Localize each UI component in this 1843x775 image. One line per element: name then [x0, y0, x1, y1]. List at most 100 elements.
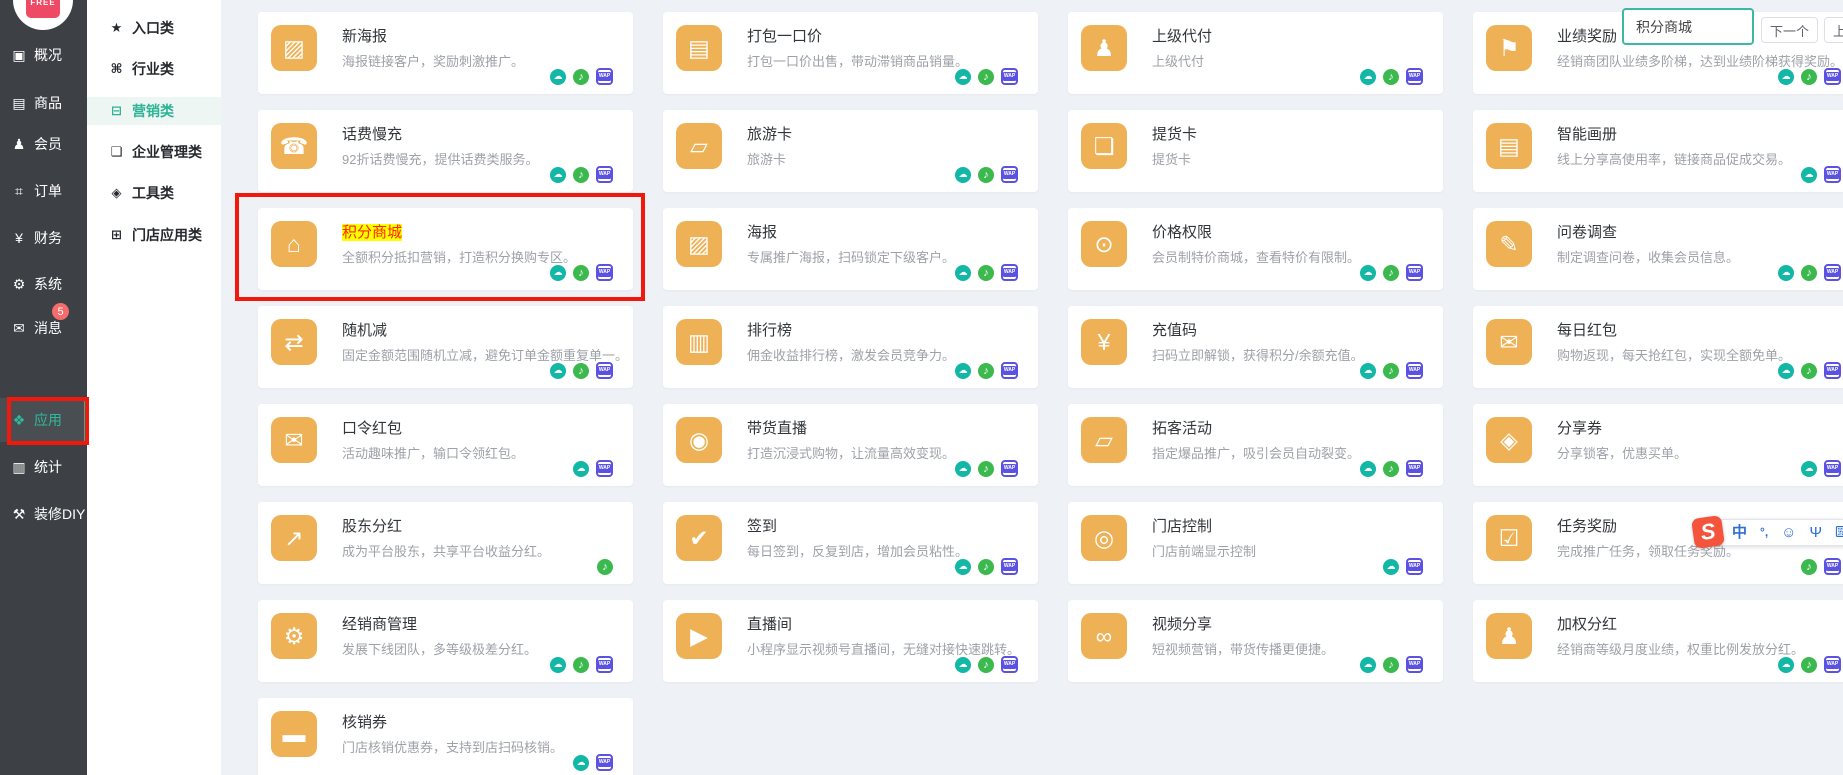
- miniprogram-icon: ☁: [1778, 69, 1794, 85]
- app-card-icon: ¥: [1081, 319, 1127, 365]
- app-card[interactable]: ▤智能画册线上分享高使用率，链接商品促成交易。☁WAP: [1473, 110, 1843, 192]
- h5-icon: ♪: [978, 265, 994, 281]
- sidebar-item-5[interactable]: ¥财务: [0, 216, 87, 260]
- miniprogram-icon: ☁: [1383, 559, 1399, 575]
- app-card[interactable]: ▤打包一口价打包一口价出售，带动滞销商品销量。☁♪WAP: [663, 12, 1038, 94]
- miniprogram-icon: ☁: [1778, 363, 1794, 379]
- app-card[interactable]: ⊙价格权限会员制特价商城，查看特价有限制。☁♪WAP: [1068, 208, 1443, 290]
- sidebar-item-10[interactable]: ⚒装修DIY: [0, 492, 87, 536]
- wap-icon: WAP: [1824, 460, 1841, 477]
- wap-icon: WAP: [1824, 558, 1841, 575]
- ime-language-toggle[interactable]: 中: [1732, 525, 1747, 540]
- app-card[interactable]: ↗股东分红成为平台股东，共享平台收益分红。♪: [258, 502, 633, 584]
- find-previous-button[interactable]: 上一个: [1824, 17, 1843, 43]
- platform-icons: ♪: [597, 559, 613, 575]
- category-item-5[interactable]: ◈工具类: [87, 179, 221, 207]
- app-card[interactable]: ◉带货直播打造沉浸式购物，让流量高效变现。☁♪WAP: [663, 404, 1038, 486]
- platform-icons: ☁♪WAP: [1778, 362, 1841, 379]
- platform-icons: ☁WAP: [573, 754, 613, 771]
- platform-icons: ☁♪WAP: [550, 264, 613, 281]
- app-card[interactable]: ▱旅游卡旅游卡☁♪WAP: [663, 110, 1038, 192]
- ime-keyboard-icon[interactable]: ⌨: [1835, 525, 1843, 540]
- app-card[interactable]: ∞视频分享短视频营销，带货传播更便捷。☁♪WAP: [1068, 600, 1443, 682]
- wap-icon: WAP: [1406, 460, 1423, 477]
- app-card[interactable]: ⌂积分商城全额积分抵扣营销，打造积分换购专区。☁♪WAP: [258, 208, 633, 290]
- app-card-title: 话费慢充: [342, 123, 402, 144]
- category-item-label: 营销类: [132, 101, 174, 121]
- ime-mic-icon[interactable]: Ψ: [1809, 525, 1822, 540]
- app-card[interactable]: ♟加权分红经销商等级月度业绩，权重比例发放分红。☁♪WAP: [1473, 600, 1843, 682]
- app-card-icon: ↗: [271, 515, 317, 561]
- sogou-logo-icon[interactable]: S: [1691, 515, 1725, 549]
- platform-icons: ☁♪WAP: [1360, 68, 1423, 85]
- category-menu: ★入口类 ⌘行业类 ⊟ 营销类 ❏企业管理类 ◈工具类 ⊞门店应用类: [87, 0, 221, 775]
- app-card[interactable]: ▥排行榜佣金收益排行榜，激发会员竞争力。☁♪WAP: [663, 306, 1038, 388]
- app-card[interactable]: ⇄随机减固定金额范围随机立减，避免订单金额重复单一。☁♪WAP: [258, 306, 633, 388]
- app-card[interactable]: ▨新海报海报链接客户，奖励刺激推广。☁♪WAP: [258, 12, 633, 94]
- wap-icon: WAP: [596, 68, 613, 85]
- sidebar-item-label: 统计: [34, 457, 62, 477]
- h5-icon: ♪: [978, 461, 994, 477]
- goods-icon: ▤: [11, 95, 27, 112]
- sidebar-item-7[interactable]: ✉消息5: [0, 306, 87, 350]
- app-card[interactable]: ▬核销券门店核销优惠券，支持到店扫码核销。☁WAP: [258, 698, 633, 775]
- wap-icon: WAP: [1001, 166, 1018, 183]
- app-card[interactable]: ▨海报专属推广海报，扫码锁定下级客户。☁♪WAP: [663, 208, 1038, 290]
- platform-icons: ☁♪WAP: [1778, 264, 1841, 281]
- wap-icon: WAP: [1824, 264, 1841, 281]
- app-card[interactable]: ⚙经销商管理发展下线团队，多等级极差分红。☁♪WAP: [258, 600, 633, 682]
- h5-icon: ♪: [978, 559, 994, 575]
- marketing-icon: ⊟: [109, 103, 124, 119]
- find-next-button[interactable]: 下一个: [1761, 17, 1818, 43]
- find-input[interactable]: [1622, 8, 1754, 45]
- miniprogram-icon: ☁: [573, 461, 589, 477]
- category-item-6[interactable]: ⊞门店应用类: [87, 221, 221, 249]
- category-item-3[interactable]: ⊟ 营销类: [87, 97, 221, 125]
- app-card-title: 充值码: [1152, 319, 1197, 340]
- app-card-title: 提货卡: [1152, 123, 1197, 144]
- h5-icon: ♪: [573, 69, 589, 85]
- app-card[interactable]: ▶直播间小程序显示视频号直播间，无缝对接快速跳转。☁♪WAP: [663, 600, 1038, 682]
- miniprogram-icon: ☁: [573, 755, 589, 771]
- h5-icon: ♪: [978, 363, 994, 379]
- sidebar-item-8[interactable]: ❖应用: [0, 398, 87, 442]
- ime-emoji-icon[interactable]: ☺: [1781, 525, 1796, 540]
- app-card[interactable]: ♟上级代付上级代付☁♪WAP: [1068, 12, 1443, 94]
- decorate-diy-icon: ⚒: [11, 506, 27, 523]
- sidebar-item-4[interactable]: ⌗订单: [0, 169, 87, 213]
- app-card[interactable]: ☎话费慢充92折话费慢充，提供话费类服务。☁♪WAP: [258, 110, 633, 192]
- sidebar-item-1[interactable]: ▣概况: [0, 33, 87, 77]
- ime-toolbar-bar: 中 °, ☺ Ψ ⌨: [1719, 519, 1843, 546]
- app-card[interactable]: ▱拓客活动指定爆品推广，吸引会员自动裂变。☁♪WAP: [1068, 404, 1443, 486]
- platform-icons: ☁♪WAP: [1360, 264, 1423, 281]
- category-item-4[interactable]: ❏企业管理类: [87, 138, 221, 166]
- app-card[interactable]: ✉每日红包购物返现，每天抢红包，实现全额免单。☁♪WAP: [1473, 306, 1843, 388]
- app-card[interactable]: ◎门店控制门店前端显示控制☁WAP: [1068, 502, 1443, 584]
- platform-icons: ☁♪WAP: [955, 558, 1018, 575]
- platform-icons: ☁♪WAP: [550, 656, 613, 673]
- miniprogram-icon: ☁: [1778, 657, 1794, 673]
- app-card[interactable]: ✎问卷调查制定调查问卷，收集会员信息。☁♪WAP: [1473, 208, 1843, 290]
- app-card[interactable]: ◈分享券分享锁客，优惠买单。☁WAP: [1473, 404, 1843, 486]
- sidebar-item-2[interactable]: ▤ 商品: [0, 81, 87, 125]
- sidebar-item-6[interactable]: ⚙系统: [0, 262, 87, 306]
- app-card[interactable]: ✉口令红包活动趣味推广，输口令领红包。☁WAP: [258, 404, 633, 486]
- app-card-title: 海报: [747, 221, 777, 242]
- sidebar-item-3[interactable]: ♟会员: [0, 122, 87, 166]
- category-item-1[interactable]: ★入口类: [87, 14, 221, 42]
- miniprogram-icon: ☁: [550, 69, 566, 85]
- avatar[interactable]: FREE: [13, 0, 73, 30]
- sidebar-item-9[interactable]: ▥ 统计: [0, 445, 87, 489]
- statistics-icon: ▥: [11, 459, 27, 476]
- apps-icon: ❖: [11, 412, 27, 429]
- category-item-2[interactable]: ⌘行业类: [87, 55, 221, 83]
- ime-punctuation-icon[interactable]: °,: [1760, 526, 1768, 538]
- app-card-title: 问卷调查: [1557, 221, 1617, 242]
- app-card[interactable]: ¥充值码扫码立即解锁，获得积分/余额充值。☁♪WAP: [1068, 306, 1443, 388]
- platform-icons: ☁♪WAP: [955, 264, 1018, 281]
- h5-icon: ♪: [573, 265, 589, 281]
- app-card-title: 新海报: [342, 25, 387, 46]
- app-card[interactable]: ✔签到每日签到，反复到店，增加会员粘性。☁♪WAP: [663, 502, 1038, 584]
- app-card[interactable]: ❏提货卡提货卡: [1068, 110, 1443, 192]
- sidebar-item-label: 商品: [34, 93, 62, 113]
